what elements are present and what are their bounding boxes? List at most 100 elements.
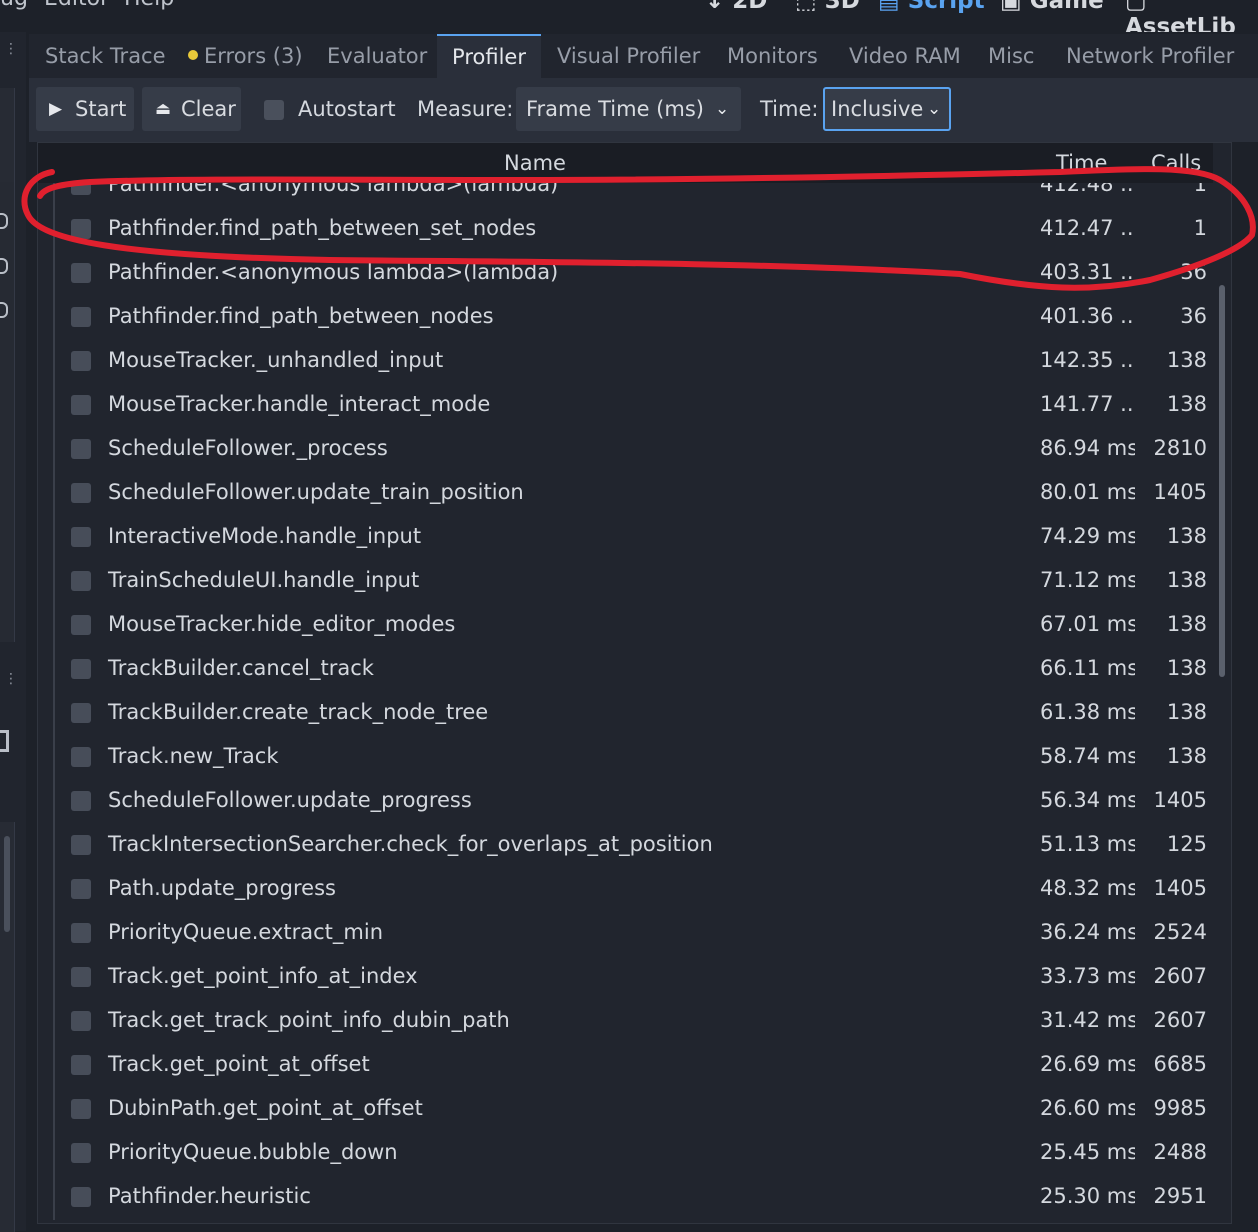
row-function-name: DubinPath.get_point_at_offset: [108, 1096, 423, 1120]
row-checkbox[interactable]: [71, 1187, 91, 1207]
row-time: 403.31 ...: [1040, 260, 1135, 284]
tab-profiler[interactable]: Profiler: [437, 34, 541, 78]
row-checkbox[interactable]: [71, 307, 91, 327]
visibility-icon[interactable]: [0, 302, 8, 318]
profiler-tree[interactable]: Pathfinder.<anonymous lambda>(lambda) 412…: [37, 142, 1232, 1224]
row-calls: 138: [1166, 392, 1207, 416]
table-row[interactable]: TrackIntersectionSearcher.check_for_over…: [38, 824, 1213, 868]
table-row[interactable]: Pathfinder.<anonymous lambda>(lambda) 403…: [38, 252, 1213, 296]
table-row[interactable]: DubinPath.get_point_at_offset 26.60 ms 998…: [38, 1088, 1213, 1132]
row-checkbox[interactable]: [71, 835, 91, 855]
menu-editor[interactable]: Editor: [44, 0, 109, 11]
tab-stack-trace[interactable]: Stack Trace: [45, 34, 166, 78]
left-dock-strip: ⋮ ⋮: [0, 32, 26, 1232]
measure-select[interactable]: Frame Time (ms) ⌄: [516, 87, 741, 131]
table-row[interactable]: ScheduleFollower.update_progress 56.34 ms…: [38, 780, 1213, 824]
table-row[interactable]: ScheduleFollower.update_train_position 80…: [38, 472, 1213, 516]
table-row[interactable]: MouseTracker.hide_editor_modes 67.01 ms 13…: [38, 604, 1213, 648]
tab-video-ram[interactable]: Video RAM: [849, 34, 961, 78]
tree-scrollbar[interactable]: [1219, 285, 1225, 677]
start-button[interactable]: ▶ Start: [36, 87, 134, 131]
table-row[interactable]: ScheduleFollower._process 86.94 ms 2810: [38, 428, 1213, 472]
row-checkbox[interactable]: [71, 791, 91, 811]
table-row[interactable]: MouseTracker._unhandled_input 142.35 ... 1…: [38, 340, 1213, 384]
panel-toggle-icon[interactable]: [0, 730, 9, 752]
row-checkbox[interactable]: [71, 923, 91, 943]
row-checkbox[interactable]: [71, 615, 91, 635]
row-calls: 1405: [1153, 788, 1207, 812]
table-row[interactable]: Pathfinder.find_path_between_nodes 401.36…: [38, 296, 1213, 340]
mode-2d[interactable]: ↕ 2D: [705, 0, 767, 14]
table-row[interactable]: Path.update_progress 48.32 ms 1405: [38, 868, 1213, 912]
row-function-name: TrainScheduleUI.handle_input: [108, 568, 420, 592]
clear-button[interactable]: ⏏ Clear: [142, 87, 241, 131]
row-checkbox[interactable]: [71, 395, 91, 415]
table-row[interactable]: PriorityQueue.extract_min 36.24 ms 2524: [38, 912, 1213, 956]
table-row[interactable]: MouseTracker.handle_interact_mode 141.77 …: [38, 384, 1213, 428]
row-time: 33.73 ms: [1040, 964, 1135, 988]
tab-errors[interactable]: Errors (3): [188, 34, 303, 78]
row-calls: 138: [1166, 744, 1207, 768]
table-row[interactable]: PriorityQueue.bubble_down 25.45 ms 2488: [38, 1132, 1213, 1176]
tab-misc[interactable]: Misc: [988, 34, 1034, 78]
table-row[interactable]: Track.get_point_info_at_index 33.73 ms 260…: [38, 956, 1213, 1000]
menu-help[interactable]: Help: [124, 0, 174, 11]
table-row[interactable]: Pathfinder.heuristic 25.30 ms 2951: [38, 1176, 1213, 1220]
row-checkbox[interactable]: [71, 483, 91, 503]
table-row[interactable]: TrainScheduleUI.handle_input 71.12 ms 138: [38, 560, 1213, 604]
editor-top-bar: ug Editor Help ↕ 2D ⬚ 3D ▤ Script ▣ Game…: [0, 0, 1258, 32]
mode-script[interactable]: ▤ Script: [878, 0, 985, 14]
row-checkbox[interactable]: [71, 1143, 91, 1163]
visibility-icon[interactable]: [0, 213, 8, 229]
row-calls: 138: [1166, 656, 1207, 680]
mode-3d[interactable]: ⬚ 3D: [795, 0, 860, 14]
table-row[interactable]: Track.get_track_point_info_dubin_path 31.…: [38, 1000, 1213, 1044]
row-checkbox[interactable]: [71, 1055, 91, 1075]
tree-header: Name Time Calls: [38, 143, 1213, 183]
row-function-name: Track.get_track_point_info_dubin_path: [108, 1008, 510, 1032]
row-checkbox[interactable]: [71, 219, 91, 239]
row-checkbox[interactable]: [71, 967, 91, 987]
row-calls: 2488: [1153, 1140, 1207, 1164]
table-row[interactable]: InteractiveMode.handle_input 74.29 ms 138: [38, 516, 1213, 560]
visibility-icon[interactable]: [0, 258, 8, 274]
row-time: 86.94 ms: [1040, 436, 1135, 460]
row-checkbox[interactable]: [71, 703, 91, 723]
row-checkbox[interactable]: [71, 439, 91, 459]
tab-evaluator[interactable]: Evaluator: [327, 34, 427, 78]
row-checkbox[interactable]: [71, 1099, 91, 1119]
row-calls: 9985: [1153, 1096, 1207, 1120]
row-checkbox[interactable]: [71, 527, 91, 547]
autostart-checkbox[interactable]: [264, 100, 284, 120]
row-checkbox[interactable]: [71, 879, 91, 899]
table-row[interactable]: Track.new_Track 58.74 ms 138: [38, 736, 1213, 780]
tab-visual-profiler[interactable]: Visual Profiler: [557, 34, 700, 78]
mode-assetlib[interactable]: ▢ AssetLib: [1125, 0, 1258, 32]
row-checkbox[interactable]: [71, 659, 91, 679]
table-row[interactable]: Track.get_point_at_offset 26.69 ms 6685: [38, 1044, 1213, 1088]
row-calls: 36: [1180, 260, 1207, 284]
table-row[interactable]: Pathfinder.find_path_between_set_nodes 41…: [38, 208, 1213, 252]
column-header-calls[interactable]: Calls: [1151, 151, 1201, 175]
mode-game[interactable]: ▣ Game: [1000, 0, 1104, 14]
table-row[interactable]: TrackBuilder.cancel_track 66.11 ms 138: [38, 648, 1213, 692]
row-checkbox[interactable]: [71, 351, 91, 371]
row-checkbox[interactable]: [71, 747, 91, 767]
row-checkbox[interactable]: [71, 571, 91, 591]
column-header-name[interactable]: Name: [504, 151, 566, 175]
row-calls: 2810: [1153, 436, 1207, 460]
row-function-name: MouseTracker.hide_editor_modes: [108, 612, 456, 636]
menu-debug[interactable]: ug: [0, 0, 28, 11]
column-header-time[interactable]: Time: [1056, 151, 1107, 175]
drag-handle-icon[interactable]: ⋮: [4, 42, 18, 56]
drag-handle-icon[interactable]: ⋮: [4, 672, 18, 686]
tab-monitors[interactable]: Monitors: [727, 34, 818, 78]
table-row[interactable]: TrackBuilder.create_track_node_tree 61.38…: [38, 692, 1213, 736]
row-time: 61.38 ms: [1040, 700, 1135, 724]
left-scrollbar[interactable]: [4, 836, 10, 932]
row-checkbox[interactable]: [71, 263, 91, 283]
time-select[interactable]: Inclusive ⌄: [823, 87, 951, 131]
row-calls: 138: [1166, 700, 1207, 724]
row-checkbox[interactable]: [71, 1011, 91, 1031]
tab-network-profiler[interactable]: Network Profiler: [1066, 34, 1234, 78]
